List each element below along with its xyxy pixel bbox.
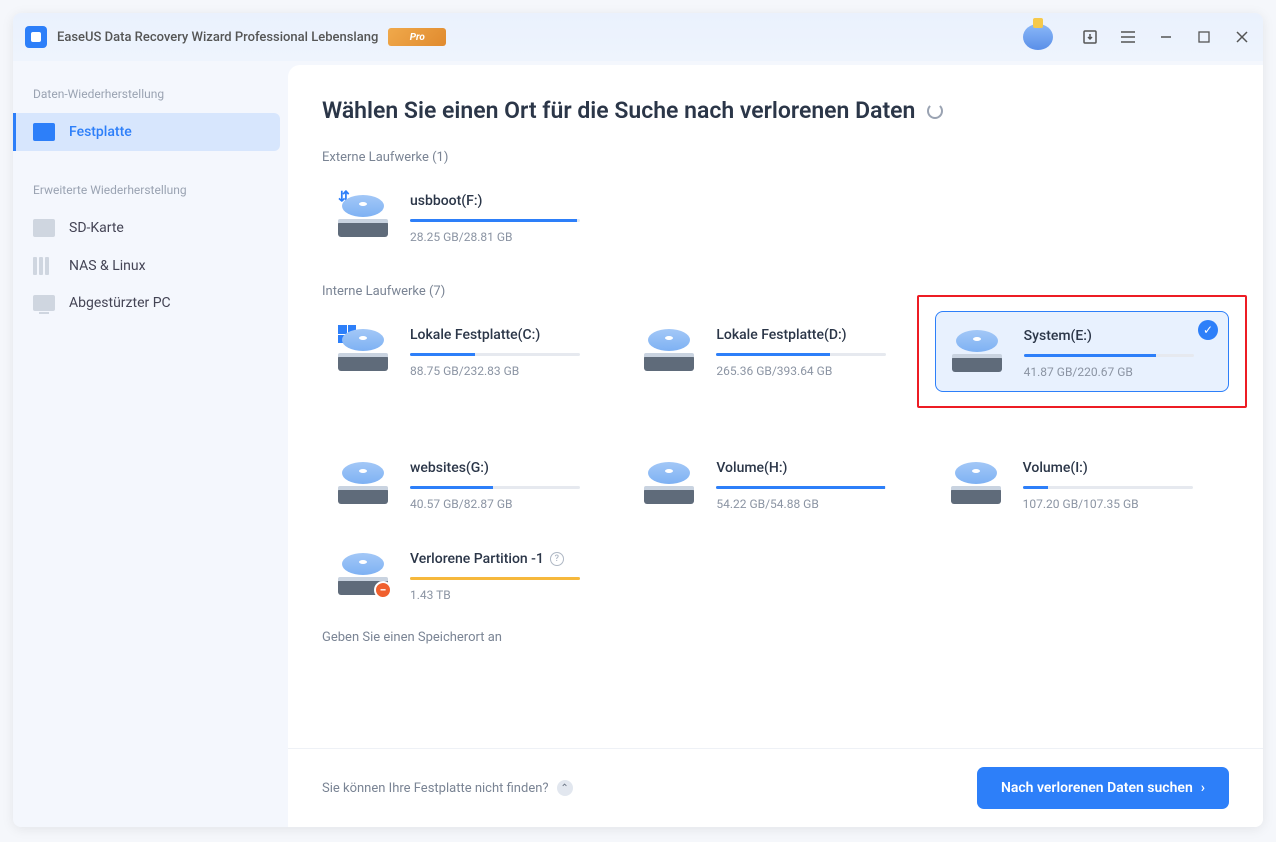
highlight-annotation: System(E:) 41.87 GB/220.67 GB ✓ xyxy=(917,295,1247,408)
system-drive-icon xyxy=(332,323,394,373)
drive-volume-h[interactable]: Volume(H:) 54.22 GB/54.88 GB xyxy=(628,444,922,523)
sdcard-icon xyxy=(33,219,55,237)
drive-size: 1.43 TB xyxy=(410,588,606,602)
sidebar: Daten-Wiederherstellung Festplatte Erwei… xyxy=(13,61,288,827)
drive-icon xyxy=(638,323,700,373)
sidebar-item-nas[interactable]: NAS & Linux xyxy=(13,247,280,285)
app-window: EaseUS Data Recovery Wizard Professional… xyxy=(13,13,1263,827)
pro-badge: Pro xyxy=(388,28,446,46)
cant-find-disk-link[interactable]: Sie können Ihre Festplatte nicht finden?… xyxy=(322,780,573,796)
sidebar-item-label: Festplatte xyxy=(69,124,132,140)
sidebar-item-festplatte[interactable]: Festplatte xyxy=(13,113,280,151)
drive-name: Lokale Festplatte(C:) xyxy=(410,327,606,343)
drive-local-c[interactable]: Lokale Festplatte(C:) 88.75 GB/232.83 GB xyxy=(322,311,616,390)
drive-usbboot-f[interactable]: ⇵ usbboot(F:) 28.25 GB/28.81 GB xyxy=(322,177,621,256)
lost-partition-icon: − xyxy=(332,547,394,597)
user-avatar-icon[interactable] xyxy=(1023,24,1053,50)
drive-icon xyxy=(332,456,394,506)
drive-size: 41.87 GB/220.67 GB xyxy=(1024,365,1218,379)
drive-size: 40.57 GB/82.87 GB xyxy=(410,497,606,511)
drive-size: 265.36 GB/393.64 GB xyxy=(716,364,912,378)
specify-location-label: Geben Sie einen Speicherort an xyxy=(322,630,1229,645)
drive-size: 88.75 GB/232.83 GB xyxy=(410,364,606,378)
drive-name: Volume(H:) xyxy=(716,460,912,476)
drive-lost-partition[interactable]: − Verlorene Partition -1 ? 1.43 TB xyxy=(322,535,616,614)
drive-name: usbboot(F:) xyxy=(410,193,611,209)
drive-system-e[interactable]: System(E:) 41.87 GB/220.67 GB ✓ xyxy=(935,311,1229,392)
harddrive-icon xyxy=(33,123,55,141)
maximize-icon[interactable] xyxy=(1195,28,1213,46)
sidebar-item-label: NAS & Linux xyxy=(69,258,146,274)
drive-name: websites(G:) xyxy=(410,460,606,476)
main-panel: Wählen Sie einen Ort für die Suche nach … xyxy=(288,65,1263,827)
sidebar-heading-recovery: Daten-Wiederherstellung xyxy=(13,79,288,113)
external-drives-label: Externe Laufwerke (1) xyxy=(322,150,1229,165)
sidebar-item-label: SD-Karte xyxy=(69,220,124,236)
drive-size: 28.25 GB/28.81 GB xyxy=(410,230,611,244)
drive-websites-g[interactable]: websites(G:) 40.57 GB/82.87 GB xyxy=(322,444,616,523)
drive-icon xyxy=(945,456,1007,506)
page-title: Wählen Sie einen Ort für die Suche nach … xyxy=(322,97,1229,124)
titlebar: EaseUS Data Recovery Wizard Professional… xyxy=(13,13,1263,61)
usb-drive-icon: ⇵ xyxy=(332,189,394,239)
close-icon[interactable] xyxy=(1233,28,1251,46)
help-icon[interactable]: ? xyxy=(550,552,564,566)
crashedpc-icon xyxy=(33,295,55,311)
nas-icon xyxy=(33,257,55,275)
drive-icon xyxy=(946,324,1008,374)
drive-volume-i[interactable]: Volume(I:) 107.20 GB/107.35 GB xyxy=(935,444,1229,523)
chevron-right-icon: › xyxy=(1201,780,1205,796)
sidebar-item-sdcard[interactable]: SD-Karte xyxy=(13,209,280,247)
refresh-icon[interactable] xyxy=(927,103,943,119)
drive-name: Lokale Festplatte(D:) xyxy=(716,327,912,343)
sidebar-item-crashed-pc[interactable]: Abgestürzter PC xyxy=(13,285,280,321)
sidebar-item-label: Abgestürzter PC xyxy=(69,295,171,311)
drive-name: Verlorene Partition -1 xyxy=(410,551,544,567)
selected-check-icon: ✓ xyxy=(1198,320,1218,340)
sidebar-heading-advanced: Erweiterte Wiederherstellung xyxy=(13,175,288,209)
drive-name: Volume(I:) xyxy=(1023,460,1219,476)
drive-size: 107.20 GB/107.35 GB xyxy=(1023,497,1219,511)
app-logo-icon xyxy=(25,26,47,48)
footer-bar: Sie können Ihre Festplatte nicht finden?… xyxy=(288,748,1263,827)
app-title: EaseUS Data Recovery Wizard Professional… xyxy=(57,30,378,45)
minimize-icon[interactable] xyxy=(1157,28,1175,46)
scan-button[interactable]: Nach verlorenen Daten suchen › xyxy=(977,767,1229,809)
drive-local-d[interactable]: Lokale Festplatte(D:) 265.36 GB/393.64 G… xyxy=(628,311,922,390)
drive-name: System(E:) xyxy=(1024,328,1218,344)
download-icon[interactable] xyxy=(1081,28,1099,46)
drive-icon xyxy=(638,456,700,506)
chevron-up-icon: ⌃ xyxy=(557,780,573,796)
drive-size: 54.22 GB/54.88 GB xyxy=(716,497,912,511)
menu-icon[interactable] xyxy=(1119,28,1137,46)
